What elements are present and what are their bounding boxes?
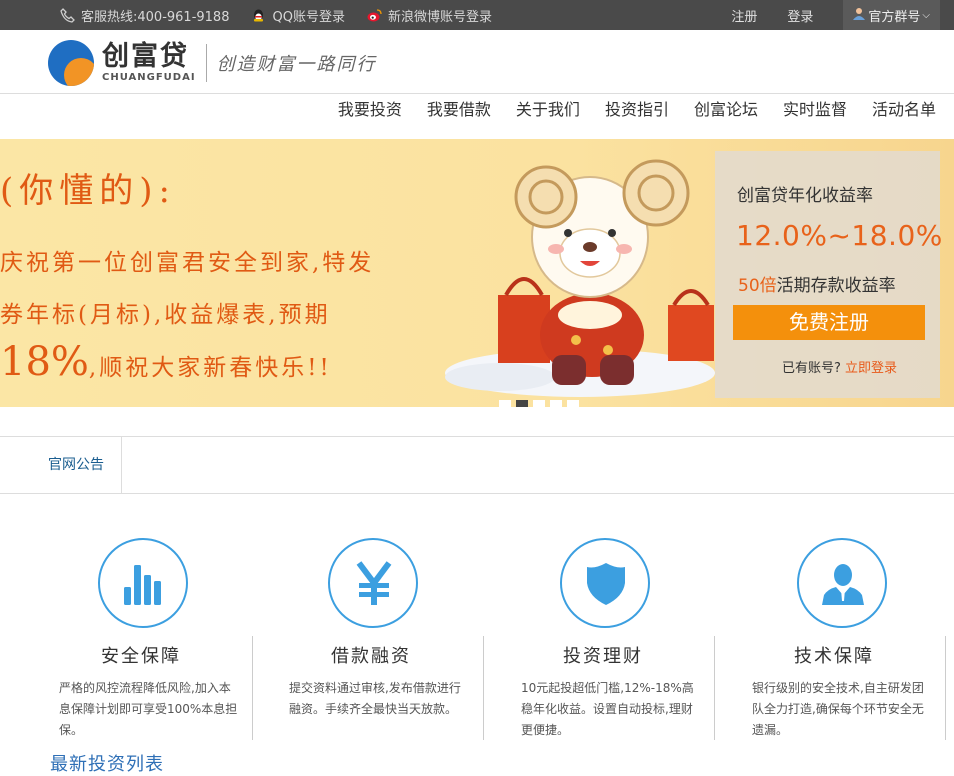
nav-item-invest[interactable]: 我要投资 — [338, 96, 402, 120]
have-account-text: 已有账号? — [782, 361, 841, 376]
feature-desc: 提交资料通过审核,发布借款进行融资。手续齐全最快当天放款。 — [289, 681, 461, 716]
bar-chart-icon — [124, 565, 161, 605]
logo-english: CHUANGFUDAI — [102, 72, 196, 83]
group-label: 官方群号 — [868, 9, 921, 25]
features-section: 安全保障 严格的风控流程降低风险,加入本息保障计划即可享受100%本息担保。 借… — [0, 494, 954, 754]
latest-investments-title: 最新投资列表 — [50, 754, 164, 775]
weibo-icon — [367, 8, 382, 23]
logo-divider — [205, 44, 207, 82]
banner-rate: 18% — [0, 339, 89, 385]
feature-title: 安全保障 — [101, 646, 181, 667]
notice-tab[interactable]: 官网公告 — [0, 437, 122, 493]
banner-line-3: 券年标(月标),收益爆表,预期 — [0, 302, 331, 328]
official-group-dropdown[interactable]: 官方群号 ⌵ — [843, 0, 940, 30]
site-header: 创富贷 CHUANGFUDAI 创造财富一路同行 — [0, 30, 954, 94]
hotline-text: 客服热线:400-961-9188 — [81, 9, 230, 25]
qq-icon — [251, 8, 266, 23]
qq-login-label: QQ账号登录 — [272, 9, 345, 25]
yield-multiple: 50倍活期存款收益率 — [738, 271, 896, 296]
logo-mark-icon — [48, 40, 94, 86]
feature-icon-circle — [797, 538, 887, 628]
feature-divider — [945, 636, 946, 740]
yen-icon — [356, 561, 392, 605]
login-now-link[interactable]: 立即登录 — [845, 361, 897, 376]
carousel-dot-2[interactable] — [516, 400, 528, 407]
qq-login-link[interactable]: QQ账号登录 — [251, 6, 345, 25]
login-prompt: 已有账号? 立即登录 — [782, 357, 897, 376]
banner-greeting: ,顺祝大家新春快乐!! — [88, 355, 332, 381]
chevron-down-icon: ⌵ — [922, 9, 930, 21]
banner-line-1: (你懂的): — [0, 171, 176, 211]
notice-bar: 官网公告 — [0, 436, 954, 494]
top-bar: 客服热线:400-961-9188 QQ账号登录 新浪微博账号登录 注册 登录 … — [0, 0, 954, 30]
feature-icon-circle — [560, 538, 650, 628]
nav-item-guide[interactable]: 投资指引 — [605, 96, 669, 120]
nav-item-borrow[interactable]: 我要借款 — [427, 96, 491, 120]
sheep-mascot-icon — [445, 159, 715, 397]
carousel-dot-4[interactable] — [550, 400, 562, 407]
weibo-login-label: 新浪微博账号登录 — [387, 9, 492, 25]
group-icon — [853, 7, 866, 24]
feature-divider — [714, 636, 715, 740]
hotline: 客服热线:400-961-9188 — [60, 6, 229, 25]
signup-panel: 创富贷年化收益率 12.0%~18.0% 50倍活期存款收益率 免费注册 已有账… — [715, 151, 943, 398]
carousel-dot-5[interactable] — [567, 400, 579, 407]
phone-icon — [60, 7, 75, 23]
multiple-value: 50倍 — [738, 276, 777, 296]
hero-banner[interactable]: (你懂的): 庆祝第一位创富君安全到家,特发 券年标(月标),收益爆表,预期 1… — [0, 139, 954, 407]
multiple-text: 活期存款收益率 — [776, 276, 896, 296]
main-nav: 我要投资 我要借款 关于我们 投资指引 创富论坛 实时监督 活动名单 — [0, 94, 954, 139]
carousel-dots — [499, 400, 584, 407]
feature-desc: 银行级别的安全技术,自主研发团队全力打造,确保每个环节安全无遗漏。 — [752, 681, 924, 737]
feature-title: 技术保障 — [794, 646, 874, 667]
logo-name: 创富贷 — [102, 41, 189, 72]
carousel-dot-3[interactable] — [533, 400, 545, 407]
feature-title: 投资理财 — [563, 646, 643, 667]
feature-title: 借款融资 — [331, 646, 411, 667]
register-link[interactable]: 注册 — [731, 6, 757, 25]
yield-rate: 12.0%~18.0% — [736, 219, 943, 252]
feature-divider — [252, 636, 253, 740]
shield-icon — [587, 563, 625, 605]
free-register-button[interactable]: 免费注册 — [733, 305, 925, 340]
carousel-dot-1[interactable] — [499, 400, 511, 407]
weibo-login-link[interactable]: 新浪微博账号登录 — [367, 6, 492, 25]
banner-line-2: 庆祝第一位创富君安全到家,特发 — [0, 250, 375, 276]
slogan: 创造财富一路同行 — [216, 54, 377, 75]
nav-item-forum[interactable]: 创富论坛 — [694, 96, 758, 120]
login-link[interactable]: 登录 — [787, 6, 813, 25]
nav-item-monitor[interactable]: 实时监督 — [783, 96, 847, 120]
feature-divider — [483, 636, 484, 740]
site-logo[interactable]: 创富贷 CHUANGFUDAI 创造财富一路同行 — [48, 40, 377, 86]
user-icon — [822, 564, 864, 605]
nav-item-activity[interactable]: 活动名单 — [872, 96, 936, 120]
feature-desc: 10元起投超低门槛,12%-18%高稳年化收益。设置自动投标,理财更便捷。 — [521, 681, 694, 737]
feature-icon-circle — [328, 538, 418, 628]
feature-icon-circle — [98, 538, 188, 628]
nav-item-about[interactable]: 关于我们 — [516, 96, 580, 120]
yield-title: 创富贷年化收益率 — [737, 186, 873, 206]
feature-desc: 严格的风控流程降低风险,加入本息保障计划即可享受100%本息担保。 — [59, 681, 238, 737]
banner-line-4: 18%,顺祝大家新春快乐!! — [0, 339, 332, 385]
